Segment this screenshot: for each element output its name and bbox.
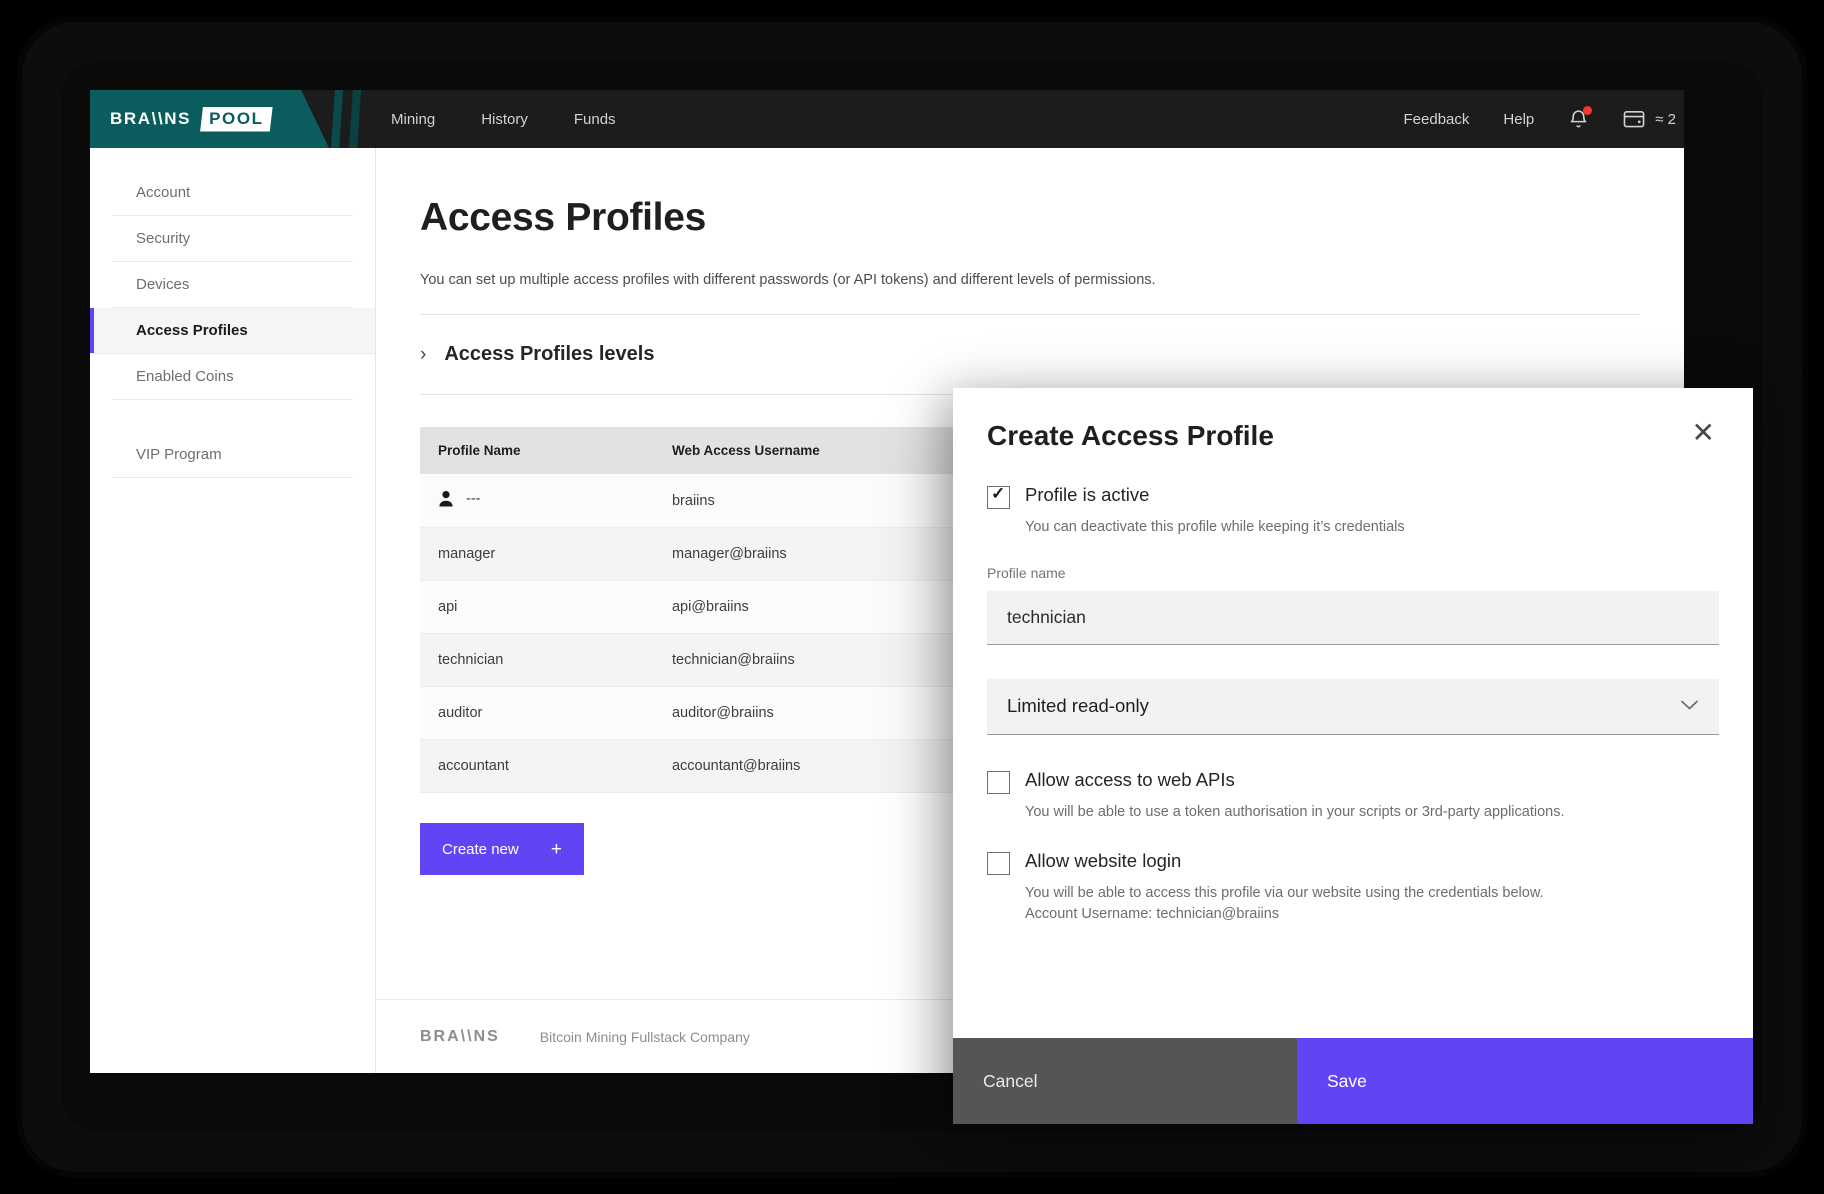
modal-header: Create Access Profile ✕ — [953, 388, 1753, 452]
sidebar-item-label: Enabled Coins — [136, 368, 234, 385]
close-icon[interactable]: ✕ — [1688, 418, 1719, 446]
create-new-button[interactable]: Create new + — [420, 823, 584, 875]
profile-active-checkbox[interactable] — [987, 484, 1010, 509]
sidebar-item-devices[interactable]: Devices — [112, 262, 353, 308]
cell-web-username: braiins — [653, 474, 989, 528]
chevron-down-icon — [1680, 698, 1699, 715]
brand-logo[interactable]: BRA\\NS POOL — [90, 90, 361, 148]
profile-name-field[interactable] — [987, 590, 1719, 645]
allow-website-login-description: You will be able to access this profile … — [1025, 884, 1544, 923]
allow-web-apis-block: Allow access to web APIs You will be abl… — [987, 769, 1719, 824]
permission-options: Allow access to web APIs You will be abl… — [987, 769, 1719, 926]
cell-profile-name: --- — [420, 474, 654, 528]
cell-profile-name: technician — [420, 633, 654, 687]
notification-badge-dot — [1583, 106, 1593, 115]
page-title: Access Profiles — [420, 196, 707, 239]
nav-item-help[interactable]: Help — [1503, 111, 1534, 128]
chevron-right-icon: › — [420, 344, 427, 365]
cancel-button[interactable]: Cancel — [953, 1038, 1297, 1124]
modal-body: Profile is active You can deactivate thi… — [953, 452, 1753, 1038]
primary-nav: Mining History Funds — [391, 90, 616, 148]
cell-profile-name: accountant — [420, 739, 654, 793]
cell-web-username: accountant@braiins — [653, 739, 989, 793]
wallet-balance-value: ≈ 2 — [1655, 110, 1676, 128]
brand-name-text: BRA\\NS — [110, 109, 192, 128]
sidebar-item-label: Devices — [136, 276, 190, 293]
sidebar-item-label: Security — [136, 230, 191, 247]
allow-website-login-label: Allow website login — [1025, 849, 1182, 871]
create-new-label: Create new — [442, 840, 519, 858]
profile-active-block: Profile is active You can deactivate thi… — [987, 484, 1719, 539]
cell-web-username: api@braiins — [653, 580, 989, 634]
footer-tagline: Bitcoin Mining Fullstack Company — [539, 1028, 750, 1045]
wallet-balance[interactable]: ≈ 2 — [1623, 109, 1676, 129]
create-access-profile-modal: Create Access Profile ✕ Profile is activ… — [953, 388, 1753, 1124]
levels-label: Access Profiles levels — [444, 343, 655, 365]
allow-website-login-checkbox[interactable] — [987, 851, 1010, 875]
allow-website-login-row[interactable]: Allow website login — [987, 850, 1719, 875]
sidebar-item-enabled-coins[interactable]: Enabled Coins — [112, 354, 353, 400]
allow-web-apis-checkbox[interactable] — [987, 770, 1010, 794]
sidebar-divider-gap — [90, 400, 375, 432]
sidebar-item-access-profiles[interactable]: Access Profiles — [90, 308, 375, 354]
cell-web-username: auditor@braiins — [653, 686, 989, 740]
sidebar-item-label: Access Profiles — [136, 322, 248, 339]
cell-web-username: manager@braiins — [653, 527, 989, 581]
column-header-web-username[interactable]: Web Access Username — [653, 427, 989, 474]
divider — [420, 314, 1640, 315]
secondary-nav: Feedback Help ≈ 2 — [1404, 90, 1684, 148]
modal-title: Create Access Profile — [987, 420, 1274, 451]
allow-web-apis-label: Allow access to web APIs — [1025, 768, 1235, 790]
allow-website-login-block: Allow website login You will be able to … — [987, 850, 1719, 927]
person-icon — [439, 491, 453, 507]
footer-logo: BRA\\NS — [420, 1027, 500, 1045]
column-header-profile-name[interactable]: Profile Name — [420, 427, 654, 474]
profile-active-description: You can deactivate this profile while ke… — [1025, 519, 1405, 535]
profile-name-input[interactable] — [1007, 606, 1699, 628]
sidebar-item-label: VIP Program — [136, 446, 222, 463]
cell-profile-name: auditor — [420, 686, 654, 740]
profile-name-with-icon: --- — [438, 490, 481, 507]
cell-profile-name: manager — [420, 527, 654, 581]
nav-item-feedback[interactable]: Feedback — [1404, 111, 1470, 128]
brand-stripe-a — [331, 90, 343, 148]
cell-profile-name: api — [420, 580, 654, 634]
wallet-icon — [1623, 111, 1645, 128]
sidebar-item-security[interactable]: Security — [112, 216, 353, 262]
nav-item-funds[interactable]: Funds — [574, 111, 616, 128]
sidebar: Account Security Devices Access Profiles… — [90, 148, 376, 1073]
profile-active-label: Profile is active — [1025, 484, 1150, 505]
plus-icon: + — [550, 838, 562, 860]
profile-name-label: Profile name — [987, 564, 1066, 581]
page-description: You can set up multiple access profiles … — [420, 272, 1156, 288]
allow-web-apis-row[interactable]: Allow access to web APIs — [987, 769, 1719, 794]
notifications-button[interactable] — [1568, 106, 1593, 130]
cell-web-username: technician@braiins — [653, 633, 989, 687]
brand-stripe-b — [349, 90, 361, 148]
nav-item-mining[interactable]: Mining — [391, 111, 435, 128]
brand-product-text: POOL — [200, 106, 273, 132]
allow-web-apis-description: You will be able to use a token authoris… — [1025, 803, 1565, 820]
sidebar-item-account[interactable]: Account — [112, 170, 353, 216]
sidebar-item-vip-program[interactable]: VIP Program — [112, 432, 353, 478]
cell-value: --- — [466, 490, 481, 507]
top-navigation-bar: BRA\\NS POOL Mining History Funds Feedba… — [90, 90, 1684, 148]
profile-active-row[interactable]: Profile is active — [987, 484, 1719, 509]
permission-level-value: Limited read-only — [1007, 695, 1149, 717]
modal-footer: Cancel Save — [953, 1038, 1753, 1124]
sidebar-item-label: Account — [136, 184, 191, 201]
nav-item-history[interactable]: History — [481, 111, 528, 128]
access-profiles-levels-toggle[interactable]: › Access Profiles levels — [420, 343, 1684, 366]
save-button[interactable]: Save — [1297, 1038, 1753, 1124]
permission-level-select[interactable]: Limited read-only — [987, 678, 1719, 735]
